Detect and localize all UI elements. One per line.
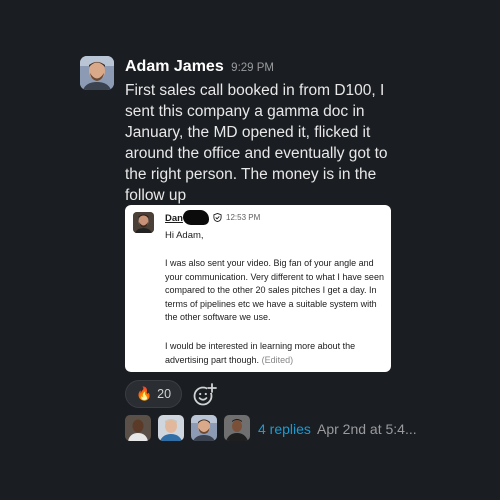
- last-reply-time: Apr 2nd at 5:4...: [317, 421, 417, 437]
- message-timestamp[interactable]: 9:29 PM: [231, 62, 274, 74]
- sender-avatar: [133, 212, 154, 233]
- author-name[interactable]: Adam James: [125, 58, 224, 75]
- author-avatar[interactable]: [80, 56, 114, 90]
- message-text: First sales call booked in from D100, I …: [125, 82, 388, 204]
- thread-replies-link[interactable]: 4 replies: [258, 421, 311, 437]
- reaction-fire[interactable]: 🔥 20: [125, 380, 182, 408]
- reply-avatar: [224, 415, 250, 441]
- reaction-count: 20: [157, 387, 172, 401]
- email-paragraph: I was also sent your video. Big fan of y…: [165, 258, 384, 322]
- reply-avatar: [125, 415, 151, 441]
- image-attachment[interactable]: Dan 12:53 PM Hi Adam, I was also sent yo…: [125, 205, 391, 372]
- reply-avatar: [191, 415, 217, 441]
- edited-label: (Edited): [261, 354, 294, 365]
- sender-name: Dan: [165, 213, 183, 224]
- reply-avatar: [158, 415, 184, 441]
- email-greeting: Hi Adam,: [165, 230, 204, 241]
- add-emoji-icon[interactable]: [190, 382, 220, 408]
- redaction-mark: [183, 210, 209, 225]
- sender-timestamp: 12:53 PM: [226, 213, 261, 222]
- email-paragraph-text: I would be interested in learning more a…: [165, 341, 356, 365]
- fire-emoji-icon: 🔥: [135, 386, 153, 401]
- message-header: Adam James 9:29 PM: [125, 58, 274, 76]
- shield-check-icon: [213, 213, 222, 222]
- email-paragraph: I would be interested in learning more a…: [165, 340, 387, 367]
- message: Adam James 9:29 PM First sales call book…: [0, 0, 500, 500]
- thread-summary[interactable]: 4 replies Apr 2nd at 5:4...: [125, 415, 455, 443]
